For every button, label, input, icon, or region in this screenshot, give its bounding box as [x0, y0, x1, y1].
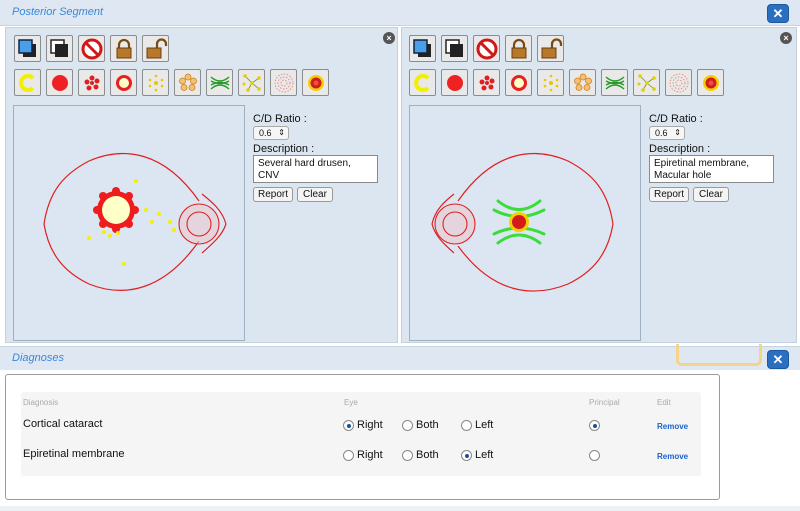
report-button[interactable]: Report: [649, 187, 689, 202]
delete-icon[interactable]: [78, 35, 105, 62]
diagnosis-name: Epiretinal membrane: [23, 448, 125, 460]
description-textarea[interactable]: Epiretinal membrane, Macular hole: [649, 155, 774, 183]
x-icon: ✕: [772, 352, 784, 367]
lock-icon[interactable]: [505, 35, 532, 62]
posterior-segment-header: Posterior Segment: [0, 0, 800, 26]
eye-radio-left[interactable]: [461, 420, 472, 431]
cd-ratio-value: 0.6: [655, 128, 668, 138]
chevron-updown-icon: ⇕: [278, 128, 285, 137]
description-label: Description :: [649, 143, 711, 155]
eye-radio-right[interactable]: [343, 420, 354, 431]
hard-exudates-icon[interactable]: [633, 69, 660, 96]
column-header-principal: Principal: [589, 398, 620, 407]
footer-divider: [0, 506, 800, 511]
prp-icon[interactable]: [665, 69, 692, 96]
highlight-tab: [676, 344, 762, 366]
cd-ratio-select[interactable]: 0.6 ⇕: [253, 126, 289, 140]
diagnoses-title: Diagnoses: [12, 352, 64, 364]
x-icon: ✕: [772, 6, 784, 21]
eye-radio-label: Right: [357, 419, 383, 431]
epiretinal-membrane-icon[interactable]: [601, 69, 628, 96]
move-to-front-icon[interactable]: [14, 35, 41, 62]
description-textarea[interactable]: Several hard drusen, CNV: [253, 155, 378, 183]
epiretinal-membrane-icon[interactable]: [206, 69, 233, 96]
eye-radio-label: Both: [416, 419, 439, 431]
remove-link[interactable]: Remove: [657, 452, 688, 461]
diagnoses-table: Diagnosis Eye Principal Edit Cortical ca…: [21, 392, 701, 476]
fundus-drawing-canvas[interactable]: [13, 105, 245, 341]
fundus-drawing-canvas[interactable]: [409, 105, 641, 341]
eye-radio-both[interactable]: [402, 450, 413, 461]
principal-radio[interactable]: [589, 420, 600, 431]
column-header-eye: Eye: [344, 398, 358, 407]
report-button[interactable]: Report: [253, 187, 293, 202]
drusen-icon[interactable]: [142, 69, 169, 96]
cotton-wool-spot-icon[interactable]: [14, 69, 41, 96]
move-to-front-icon[interactable]: [409, 35, 436, 62]
hard-exudates-icon[interactable]: [238, 69, 265, 96]
cnv-icon[interactable]: [505, 69, 532, 96]
laser-spots-icon[interactable]: [174, 69, 201, 96]
remove-link[interactable]: Remove: [657, 422, 688, 431]
eye-radio-label: Both: [416, 449, 439, 461]
cd-ratio-label: C/D Ratio :: [649, 113, 703, 125]
lock-icon[interactable]: [110, 35, 137, 62]
left-eye-panel: × C/D Ratio: 0.6 ⇕ Description: Epiret…: [401, 27, 797, 343]
cd-ratio-label: C/D Ratio :: [253, 113, 307, 125]
eye-radio-right[interactable]: [343, 450, 354, 461]
chevron-updown-icon: ⇕: [674, 128, 681, 137]
column-header-diagnosis: Diagnosis: [23, 398, 59, 407]
right-eye-panel: × C/D Ratio: 0.6 ⇕ Description: Severa…: [5, 27, 398, 343]
delete-icon[interactable]: [473, 35, 500, 62]
column-header-edit: Edit: [657, 398, 671, 407]
section-title: Posterior Segment: [12, 6, 104, 18]
cotton-wool-spot-icon[interactable]: [409, 69, 436, 96]
left-eye-fundus-drawing: [431, 152, 614, 292]
panel-close-icon[interactable]: ×: [780, 32, 792, 44]
eye-radio-label: Left: [475, 449, 494, 461]
clear-button[interactable]: Clear: [297, 187, 333, 202]
macular-hole-icon[interactable]: [697, 69, 724, 96]
cd-ratio-select[interactable]: 0.6 ⇕: [649, 126, 685, 140]
diagnosis-name: Cortical cataract: [23, 418, 103, 430]
microaneurysm-cluster-icon[interactable]: [78, 69, 105, 96]
move-to-back-icon[interactable]: [441, 35, 468, 62]
principal-radio[interactable]: [589, 450, 600, 461]
right-eye-fundus-drawing: [43, 152, 227, 291]
unlock-icon[interactable]: [537, 35, 564, 62]
eye-radio-both[interactable]: [402, 420, 413, 431]
cd-ratio-value: 0.6: [259, 128, 272, 138]
clear-button[interactable]: Clear: [693, 187, 729, 202]
laser-spots-icon[interactable]: [569, 69, 596, 96]
unlock-icon[interactable]: [142, 35, 169, 62]
microaneurysm-cluster-icon[interactable]: [473, 69, 500, 96]
eye-radio-label: Left: [475, 419, 494, 431]
hemorrhage-icon[interactable]: [46, 69, 73, 96]
eye-radio-label: Right: [357, 449, 383, 461]
description-label: Description :: [253, 143, 315, 155]
hemorrhage-icon[interactable]: [441, 69, 468, 96]
drusen-icon[interactable]: [537, 69, 564, 96]
prp-icon[interactable]: [270, 69, 297, 96]
close-diagnoses-button[interactable]: ✕: [767, 350, 789, 369]
move-to-back-icon[interactable]: [46, 35, 73, 62]
diagnoses-panel: Diagnosis Eye Principal Edit Cortical ca…: [5, 374, 720, 500]
macular-hole-icon[interactable]: [302, 69, 329, 96]
panel-close-icon[interactable]: ×: [383, 32, 395, 44]
cnv-icon[interactable]: [110, 69, 137, 96]
eye-radio-left[interactable]: [461, 450, 472, 461]
close-section-button[interactable]: ✕: [767, 4, 789, 23]
